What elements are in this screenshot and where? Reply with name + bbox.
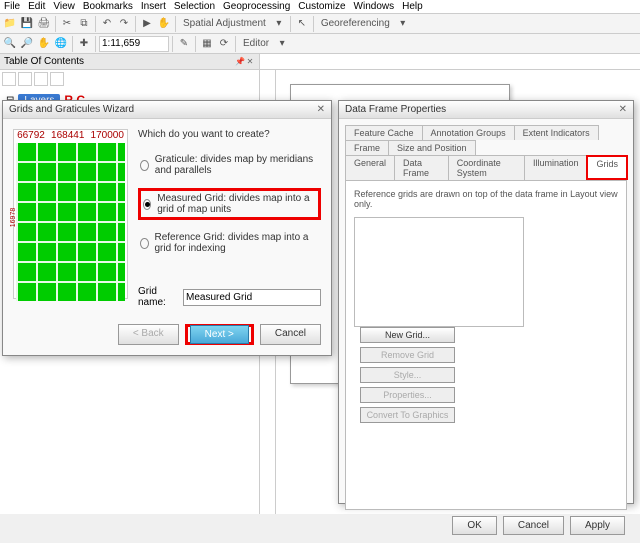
editor-icon[interactable]: ✎: [176, 36, 192, 52]
convert-graphics-button: Convert To Graphics: [360, 407, 455, 423]
toc-view-buttons: [0, 70, 259, 88]
tab-grids[interactable]: Grids: [586, 155, 628, 180]
zoom-out-icon[interactable]: 🔎: [19, 36, 35, 52]
chevron-down-icon[interactable]: ▾: [395, 16, 411, 32]
add-icon[interactable]: ✚: [76, 36, 92, 52]
wizard-title: Grids and Graticules Wizard: [9, 104, 134, 115]
menu-windows[interactable]: Windows: [354, 1, 395, 12]
tab-illumination[interactable]: Illumination: [524, 155, 588, 180]
cancel-button[interactable]: Cancel: [260, 324, 321, 345]
chevron-down-icon[interactable]: ▾: [274, 36, 290, 52]
preview-map-icon: [16, 143, 125, 301]
coord-label: 170000: [91, 130, 124, 141]
option-graticule[interactable]: Graticule: divides map by meridians and …: [138, 152, 321, 178]
open-icon[interactable]: 📁: [2, 16, 18, 32]
zoom-in-icon[interactable]: 🔍: [2, 36, 18, 52]
coord-label: 168441: [51, 130, 84, 141]
coord-label: 16978: [10, 208, 17, 227]
data-frame-properties-dialog: Data Frame Properties ✕ Feature Cache An…: [338, 100, 634, 504]
menu-bookmarks[interactable]: Bookmarks: [83, 1, 133, 12]
list-by-selection-icon[interactable]: [50, 72, 64, 86]
option-measured-grid[interactable]: Measured Grid: divides map into a grid o…: [138, 188, 321, 220]
tab-general[interactable]: General: [345, 155, 395, 180]
editor-label[interactable]: Editor: [243, 38, 269, 49]
apply-button[interactable]: Apply: [570, 516, 625, 535]
new-grid-button[interactable]: New Grid...: [360, 327, 455, 343]
cancel-button[interactable]: Cancel: [503, 516, 564, 535]
close-icon[interactable]: ✕: [245, 57, 255, 66]
toc-title: Table Of Contents: [4, 56, 84, 67]
menu-customize[interactable]: Customize: [298, 1, 345, 12]
grids-listbox[interactable]: [354, 217, 524, 327]
ok-button[interactable]: OK: [452, 516, 496, 535]
ruler-horizontal: [260, 54, 640, 70]
menu-edit[interactable]: Edit: [28, 1, 45, 12]
menu-geoprocessing[interactable]: Geoprocessing: [223, 1, 290, 12]
props-title: Data Frame Properties: [345, 104, 446, 115]
tab-coordinate-system[interactable]: Coordinate System: [448, 155, 525, 180]
coord-label: 66792: [17, 130, 45, 141]
menu-selection[interactable]: Selection: [174, 1, 215, 12]
pan-icon[interactable]: ✋: [156, 16, 172, 32]
list-by-drawing-icon[interactable]: [2, 72, 16, 86]
grids-hint: Reference grids are drawn on top of the …: [354, 189, 618, 209]
tab-annotation-groups[interactable]: Annotation Groups: [422, 125, 515, 140]
print-icon[interactable]: 🖨: [36, 16, 52, 32]
rotate-icon[interactable]: ⟳: [216, 36, 232, 52]
full-extent-icon[interactable]: 🌐: [53, 36, 69, 52]
toolbar-tools: 🔍 🔎 ✋ 🌐 ✚ ✎ ▦ ⟳ Editor ▾: [0, 34, 640, 54]
radio-icon[interactable]: [140, 238, 149, 249]
layout-icon[interactable]: ▦: [199, 36, 215, 52]
georef-label[interactable]: Georeferencing: [321, 18, 390, 29]
option-label: Graticule: divides map by meridians and …: [155, 154, 319, 176]
remove-grid-button: Remove Grid: [360, 347, 455, 363]
close-icon[interactable]: ✕: [317, 104, 325, 115]
save-icon[interactable]: 💾: [19, 16, 35, 32]
back-button: < Back: [118, 324, 179, 345]
spatial-adjustment-label[interactable]: Spatial Adjustment: [183, 18, 266, 29]
option-label: Reference Grid: divides map into a grid …: [155, 232, 320, 254]
pointer-icon[interactable]: ▶: [139, 16, 155, 32]
list-by-source-icon[interactable]: [18, 72, 32, 86]
redo-icon[interactable]: ↷: [116, 16, 132, 32]
menu-file[interactable]: File: [4, 1, 20, 12]
close-icon[interactable]: ✕: [619, 104, 627, 115]
cut-icon[interactable]: ✂: [59, 16, 75, 32]
gridname-label: Grid name:: [138, 286, 177, 308]
tab-feature-cache[interactable]: Feature Cache: [345, 125, 423, 140]
gridname-input[interactable]: [183, 289, 321, 306]
pin-icon[interactable]: 📌: [235, 57, 245, 66]
radio-icon[interactable]: [140, 160, 149, 171]
style-button: Style...: [360, 367, 455, 383]
pan-icon[interactable]: ✋: [36, 36, 52, 52]
chevron-down-icon[interactable]: ▾: [271, 16, 287, 32]
list-by-visibility-icon[interactable]: [34, 72, 48, 86]
radio-icon[interactable]: [143, 199, 151, 210]
wizard-question: Which do you want to create?: [138, 129, 321, 140]
tab-data-frame[interactable]: Data Frame: [394, 155, 449, 180]
next-button[interactable]: Next >: [190, 325, 249, 344]
option-reference-grid[interactable]: Reference Grid: divides map into a grid …: [138, 230, 321, 256]
grids-wizard-dialog: Grids and Graticules Wizard ✕ 66792 1684…: [2, 100, 332, 356]
toolbar-standard: 📁 💾 🖨 ✂ ⧉ ↶ ↷ ▶ ✋ Spatial Adjustment ▾ ↖…: [0, 14, 640, 34]
menu-insert[interactable]: Insert: [141, 1, 166, 12]
undo-icon[interactable]: ↶: [99, 16, 115, 32]
menu-view[interactable]: View: [53, 1, 75, 12]
select-icon[interactable]: ↖: [294, 16, 310, 32]
scale-input[interactable]: [99, 36, 169, 52]
menu-bar: File Edit View Bookmarks Insert Selectio…: [0, 0, 640, 14]
tab-size-position[interactable]: Size and Position: [388, 140, 476, 155]
copy-icon[interactable]: ⧉: [76, 16, 92, 32]
tab-frame[interactable]: Frame: [345, 140, 389, 155]
tab-extent-indicators[interactable]: Extent Indicators: [514, 125, 599, 140]
wizard-preview: 66792 168441 170000 16978: [13, 129, 128, 299]
menu-help[interactable]: Help: [402, 1, 423, 12]
properties-button: Properties...: [360, 387, 455, 403]
option-label: Measured Grid: divides map into a grid o…: [157, 193, 316, 215]
